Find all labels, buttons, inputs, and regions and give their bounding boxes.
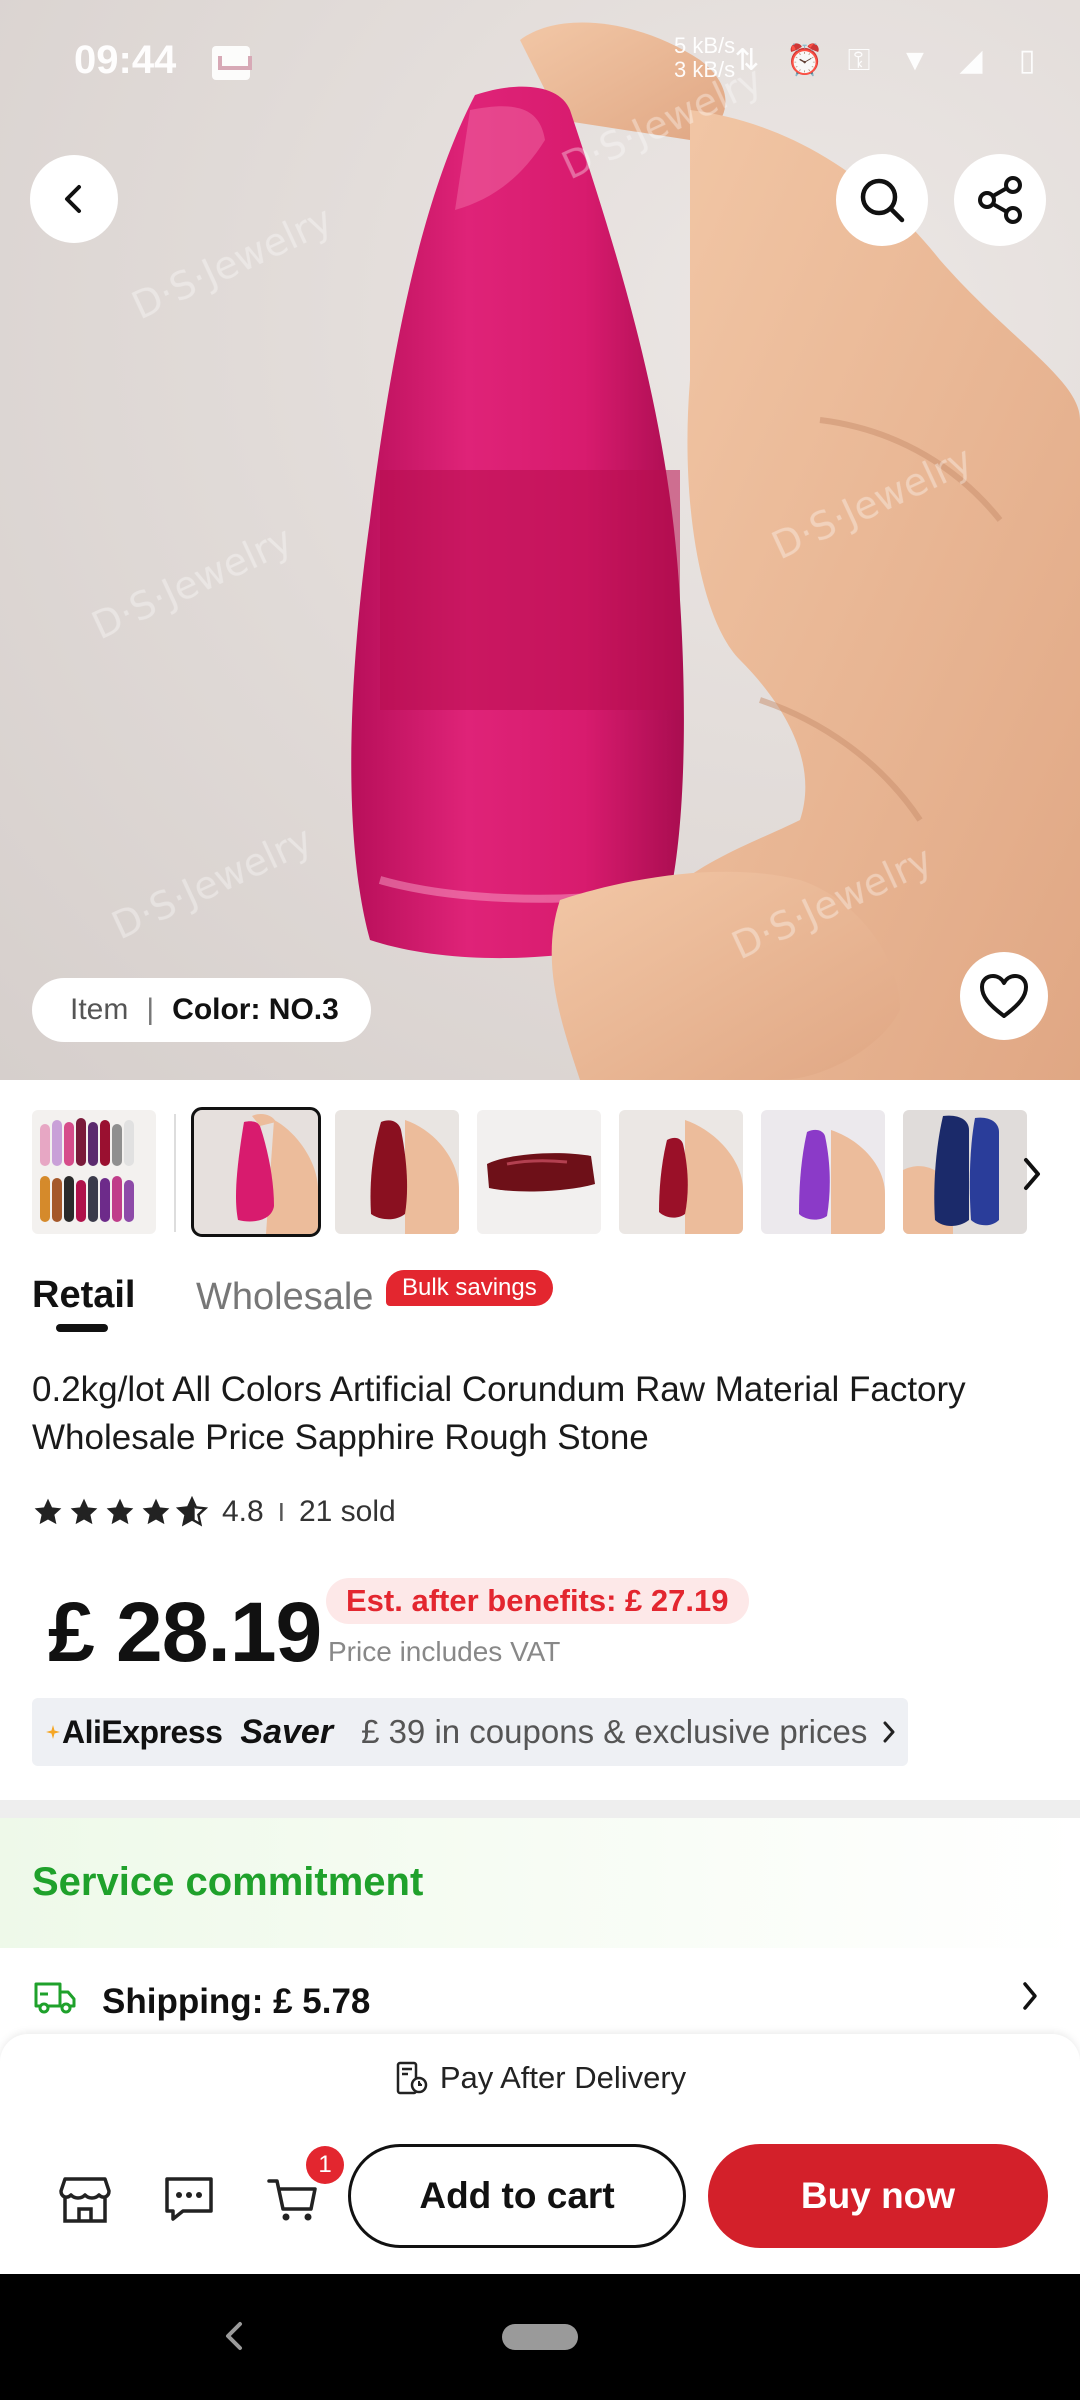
variant-item-label: Item xyxy=(70,993,129,1026)
buy-now-button[interactable]: Buy now xyxy=(708,2144,1048,2248)
thumbnail-dark-red-hand[interactable] xyxy=(335,1110,459,1234)
tab-wholesale[interactable]: Wholesale xyxy=(196,1276,373,1319)
service-commitment-title: Service commitment xyxy=(32,1860,424,1904)
share-button[interactable] xyxy=(954,154,1046,246)
product-photo: D·S·Jewelry D·S·Jewelry D·S·Jewelry D·S·… xyxy=(85,22,1080,1080)
status-bar: 09:44 5 kB/s 3 kB/s ⇅ ⏰ ⚿ ▼ ◢ ▯ xyxy=(0,0,1080,120)
data-transfer-icon: ⇅ xyxy=(734,44,760,77)
star-icon xyxy=(70,1498,98,1525)
star-icon xyxy=(34,1498,62,1525)
add-to-cart-button[interactable]: Add to cart xyxy=(348,2144,686,2248)
thumbnail-next-button[interactable] xyxy=(1012,1146,1052,1202)
chevron-right-icon xyxy=(883,1721,895,1743)
chat-icon xyxy=(165,2177,213,2221)
service-commitment-section: Service commitment xyxy=(0,1818,1080,1948)
search-icon xyxy=(860,178,905,223)
wishlist-button[interactable] xyxy=(960,952,1048,1040)
rating-separator: I xyxy=(277,1496,285,1527)
star-icon xyxy=(106,1498,134,1525)
nav-home-pill[interactable] xyxy=(502,2324,578,2350)
variant-separator: | xyxy=(146,993,155,1026)
saver-coupons-text: £ 39 in coupons & exclusive prices xyxy=(361,1713,868,1750)
thumbnail-purple[interactable] xyxy=(761,1110,885,1234)
notification-mail-icon xyxy=(212,46,252,80)
sparkle-icon xyxy=(46,1725,60,1739)
network-speed-up: 5 kB/s xyxy=(674,33,736,58)
status-time: 09:44 xyxy=(74,38,177,82)
aliexpress-logo: AliExpress xyxy=(62,1713,223,1750)
heart-icon xyxy=(980,974,1028,1018)
product-title: 0.2kg/lot All Colors Artificial Corundum… xyxy=(32,1370,966,1457)
pay-after-delivery-label: Pay After Delivery xyxy=(439,2060,687,2095)
wifi-icon: ▼ xyxy=(900,44,930,77)
truck-icon xyxy=(34,1982,76,2014)
product-image[interactable]: D·S·Jewelry D·S·Jewelry D·S·Jewelry D·S·… xyxy=(0,0,1080,1080)
shipping-label: Shipping: £ 5.78 xyxy=(102,1982,371,2021)
alarm-icon: ⏰ xyxy=(786,44,824,77)
store-button[interactable] xyxy=(50,2164,120,2234)
nav-back-icon[interactable] xyxy=(218,2316,250,2356)
svg-text:D·S·Jewelry: D·S·Jewelry xyxy=(105,817,319,948)
rating-summary[interactable]: 4.8 I 21 sold xyxy=(32,1490,396,1534)
tab-retail[interactable]: Retail xyxy=(32,1274,135,1317)
network-speed-down: 3 kB/s xyxy=(674,57,736,82)
thumbnail-assorted-colors[interactable] xyxy=(32,1110,156,1234)
share-icon xyxy=(978,176,1022,224)
signal-icon: ◢ xyxy=(959,44,983,77)
thumbnail-dark-red-bar[interactable] xyxy=(477,1110,601,1234)
variant-selector[interactable]: Item | Color: NO.3 xyxy=(32,978,371,1042)
back-button[interactable] xyxy=(30,155,118,243)
tab-active-indicator xyxy=(56,1324,108,1332)
chat-button[interactable] xyxy=(154,2164,224,2234)
chevron-right-icon xyxy=(1024,1158,1040,1190)
system-navigation-bar xyxy=(0,2274,1080,2400)
benefit-price-badge[interactable]: Est. after benefits: £ 27.19 xyxy=(326,1578,749,1624)
network-speed: 5 kB/s 3 kB/s xyxy=(674,34,735,82)
pay-later-icon xyxy=(396,2061,428,2095)
section-divider xyxy=(0,1800,1080,1818)
saver-coupons-banner[interactable]: AliExpress Saver £ 39 in coupons & exclu… xyxy=(32,1698,908,1766)
search-button[interactable] xyxy=(836,154,928,246)
thumbnail-divider xyxy=(174,1114,176,1232)
thumbnail-blue[interactable] xyxy=(903,1110,1027,1234)
shipping-row[interactable]: Shipping: £ 5.78 xyxy=(0,1960,1080,2040)
cart-count-badge: 1 xyxy=(306,2146,344,2184)
sold-count: 21 sold xyxy=(298,1495,396,1528)
thumbnail-strip[interactable] xyxy=(32,1107,1052,1238)
svg-text:D·S·Jewelry: D·S·Jewelry xyxy=(85,517,299,648)
star-icon xyxy=(142,1498,170,1525)
variant-color-value: Color: NO.3 xyxy=(172,993,339,1026)
product-price: £ 28.19 xyxy=(48,1585,322,1679)
chevron-right-icon xyxy=(1023,1982,1037,2010)
saver-logo: Saver xyxy=(240,1712,334,1751)
vpn-key-icon: ⚿ xyxy=(847,44,871,77)
purchase-action-bar: Pay After Delivery 1 Add to cart Buy now xyxy=(0,2034,1080,2274)
purchase-mode-tabs: Retail Wholesale Bulk savings xyxy=(32,1262,1032,1342)
bulk-savings-badge: Bulk savings xyxy=(386,1270,553,1306)
chevron-left-icon xyxy=(65,185,81,213)
star-half-icon xyxy=(176,1496,208,1527)
pay-after-delivery[interactable]: Pay After Delivery xyxy=(0,2060,1080,2096)
rating-stars xyxy=(32,1496,208,1528)
thumbnail-dark-red-small[interactable] xyxy=(619,1110,743,1234)
thumbnail-no3-pink[interactable] xyxy=(191,1107,321,1237)
store-icon xyxy=(59,2177,111,2223)
battery-icon: ▯ xyxy=(1018,44,1036,77)
rating-value: 4.8 xyxy=(222,1495,264,1528)
vat-note: Price includes VAT xyxy=(328,1636,561,1667)
svg-text:D·S·Jewelry: D·S·Jewelry xyxy=(125,197,339,328)
